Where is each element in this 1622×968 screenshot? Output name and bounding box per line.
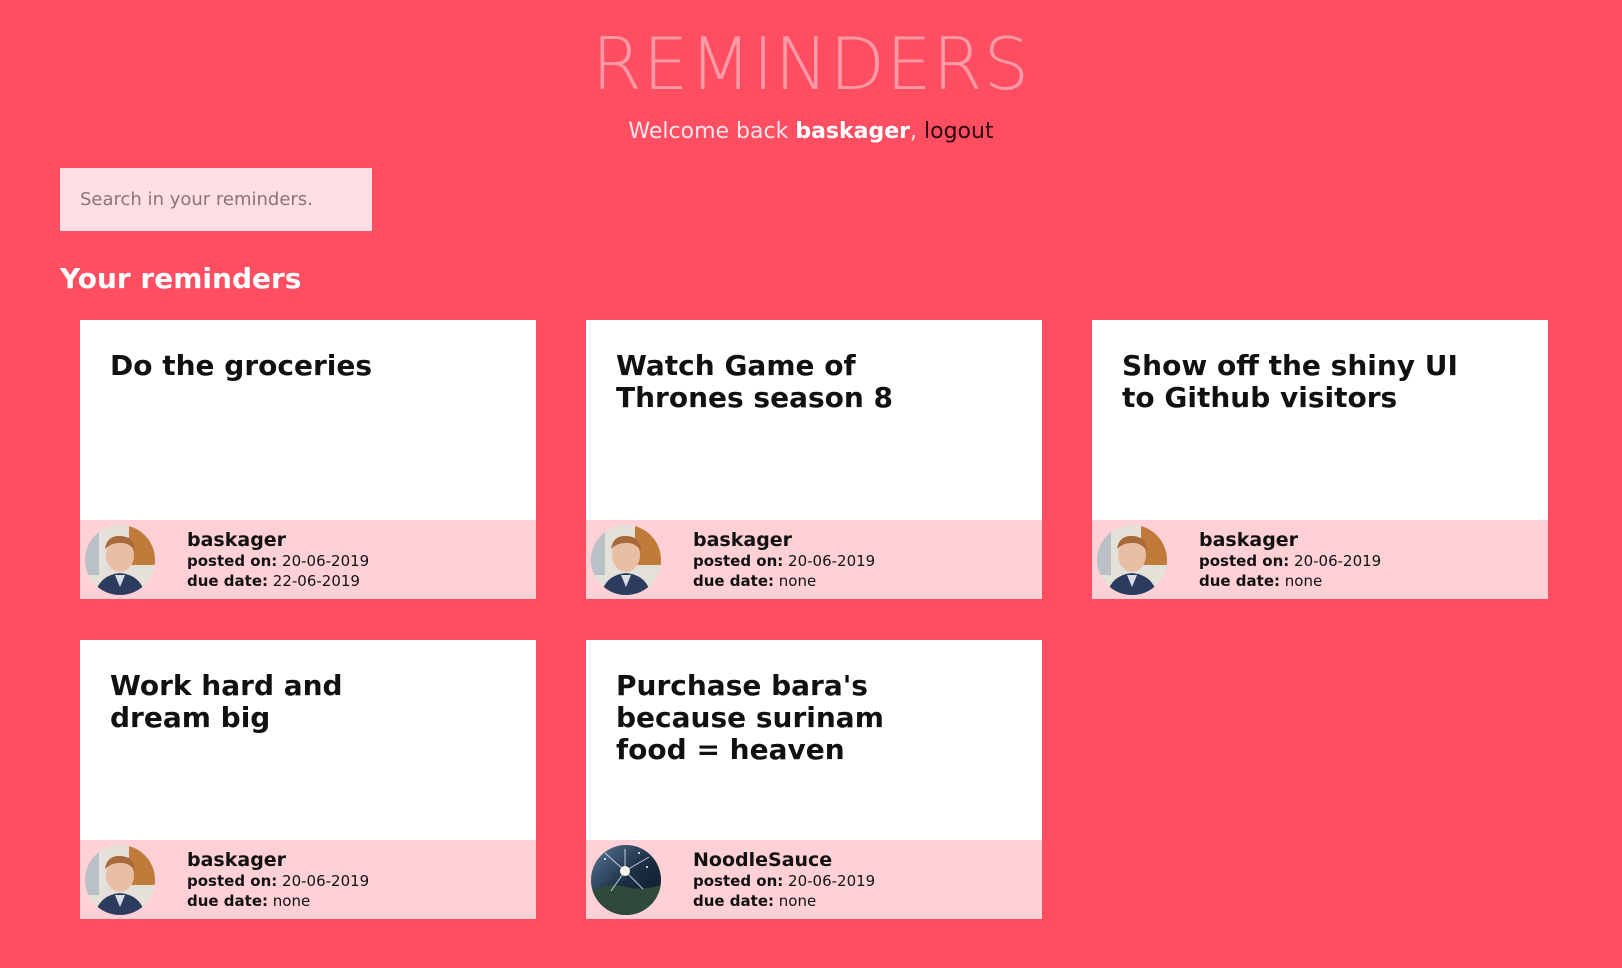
posted-on-label: posted on: [1199, 551, 1290, 570]
posted-on-label: posted on: [693, 871, 784, 890]
reminder-card[interactable]: Watch Game of Thrones season 8 baskager … [586, 320, 1042, 599]
due-date-value: none [272, 891, 311, 910]
posted-on-label: posted on: [693, 551, 784, 570]
user-avatar [1097, 524, 1167, 595]
posted-on-value: 20-06-2019 [1294, 551, 1382, 570]
welcome-prefix: Welcome back [628, 119, 789, 144]
due-date-label: due date: [187, 571, 269, 590]
posted-on-label: posted on: [187, 551, 278, 570]
reminder-card-footer: baskager posted on: 20-06-2019 due date:… [586, 520, 1042, 599]
reminder-title: Show off the shiny UI to Github visitors [1122, 349, 1458, 414]
user-avatar [85, 524, 155, 595]
due-date-label: due date: [1199, 571, 1281, 590]
search-input[interactable] [60, 168, 372, 231]
reminder-card-footer: baskager posted on: 20-06-2019 due date:… [80, 520, 536, 599]
reminder-author: NoodleSauce [693, 848, 833, 871]
reminder-card-footer: baskager posted on: 20-06-2019 due date:… [1092, 520, 1548, 599]
posted-on-label: posted on: [187, 871, 278, 890]
reminder-card[interactable]: Work hard and dream big baskager posted … [80, 640, 536, 919]
due-date-label: due date: [187, 891, 269, 910]
due-date-row: due date: none [693, 571, 875, 591]
reminder-meta: baskager posted on: 20-06-2019 due date:… [1199, 529, 1381, 591]
reminder-card-body: Work hard and dream big [80, 640, 536, 840]
reminder-meta: baskager posted on: 20-06-2019 due date:… [187, 849, 369, 911]
reminder-author: baskager [187, 848, 287, 871]
reminder-author: baskager [1199, 528, 1299, 551]
current-username: baskager [795, 119, 911, 144]
user-avatar [85, 844, 155, 915]
reminder-card-body: Show off the shiny UI to Github visitors [1092, 320, 1548, 520]
due-date-row: due date: none [187, 891, 369, 911]
reminder-meta: baskager posted on: 20-06-2019 due date:… [187, 529, 369, 591]
reminder-card[interactable]: Show off the shiny UI to Github visitors… [1092, 320, 1548, 599]
reminders-grid: Do the groceries baskager posted on: 20-… [80, 320, 1550, 919]
due-date-label: due date: [693, 891, 775, 910]
user-avatar [591, 524, 661, 595]
section-title: Your reminders [60, 262, 302, 295]
reminder-title: Watch Game of Thrones season 8 [616, 349, 894, 414]
reminder-card-body: Watch Game of Thrones season 8 [586, 320, 1042, 520]
reminder-card[interactable]: Purchase bara's because surinam food = h… [586, 640, 1042, 919]
reminder-author: baskager [187, 528, 287, 551]
due-date-value: none [778, 891, 817, 910]
due-date-row: due date: none [1199, 571, 1381, 591]
due-date-value: none [778, 571, 817, 590]
reminder-card-footer: NoodleSauce posted on: 20-06-2019 due da… [586, 840, 1042, 919]
due-date-label: due date: [693, 571, 775, 590]
posted-on-value: 20-06-2019 [788, 551, 876, 570]
posted-on-row: posted on: 20-06-2019 [693, 551, 875, 571]
posted-on-value: 20-06-2019 [282, 871, 370, 890]
posted-on-row: posted on: 20-06-2019 [693, 871, 875, 891]
due-date-row: due date: 22-06-2019 [187, 571, 369, 591]
reminder-meta: NoodleSauce posted on: 20-06-2019 due da… [693, 849, 875, 911]
due-date-value: 22-06-2019 [272, 571, 360, 590]
reminder-card-body: Do the groceries [80, 320, 536, 520]
noodlesauce-avatar [591, 844, 661, 915]
due-date-value: none [1284, 571, 1323, 590]
reminder-title: Work hard and dream big [110, 669, 343, 734]
reminder-title: Do the groceries [110, 349, 373, 382]
posted-on-row: posted on: 20-06-2019 [1199, 551, 1381, 571]
reminder-card[interactable]: Do the groceries baskager posted on: 20-… [80, 320, 536, 599]
posted-on-value: 20-06-2019 [788, 871, 876, 890]
posted-on-value: 20-06-2019 [282, 551, 370, 570]
welcome-message: Welcome back baskager, logout [0, 118, 1622, 146]
posted-on-row: posted on: 20-06-2019 [187, 871, 369, 891]
due-date-row: due date: none [693, 891, 875, 911]
logout-link[interactable]: logout [924, 119, 994, 144]
app-title: REMINDERS [591, 22, 1031, 106]
reminder-card-body: Purchase bara's because surinam food = h… [586, 640, 1042, 840]
welcome-separator: , [910, 119, 918, 144]
page-header: REMINDERS Welcome back baskager, logout [0, 0, 1622, 146]
reminder-title: Purchase bara's because surinam food = h… [616, 669, 884, 766]
reminder-meta: baskager posted on: 20-06-2019 due date:… [693, 529, 875, 591]
posted-on-row: posted on: 20-06-2019 [187, 551, 369, 571]
reminder-author: baskager [693, 528, 793, 551]
reminder-card-footer: baskager posted on: 20-06-2019 due date:… [80, 840, 536, 919]
